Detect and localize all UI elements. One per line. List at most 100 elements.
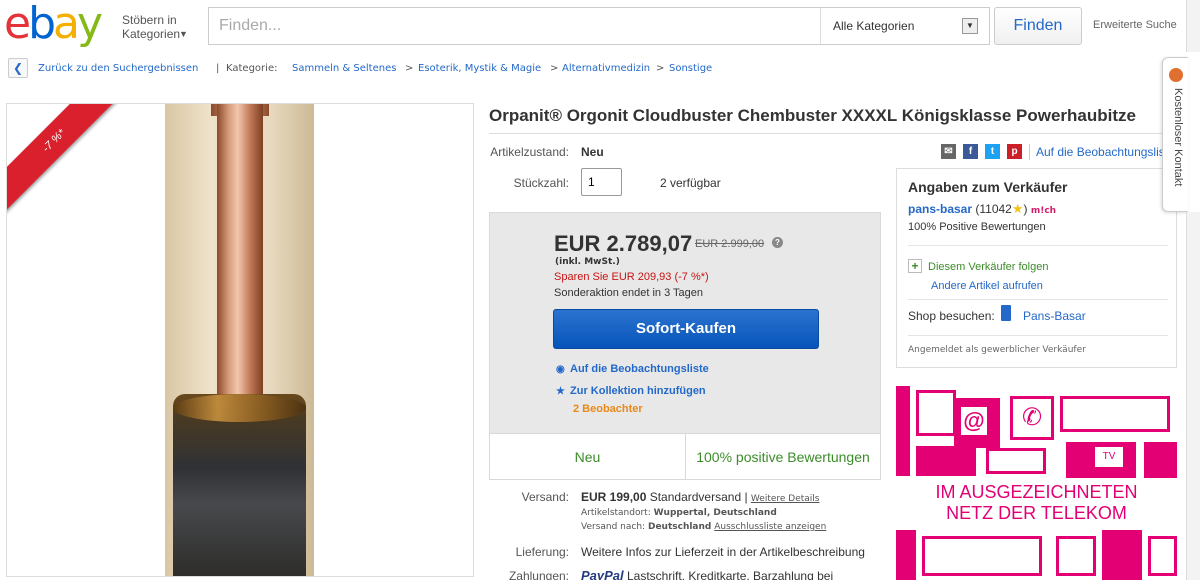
info-icon[interactable]: ? xyxy=(772,237,783,248)
feedback-badge: 100% positive Bewertungen xyxy=(696,449,870,465)
available-quantity: 2 verfügbar xyxy=(660,176,721,190)
watchers-count: 2 Beobachter xyxy=(573,403,643,415)
quantity-input[interactable] xyxy=(581,168,622,196)
ships-to-value: Deutschland xyxy=(647,522,712,532)
buy-now-button[interactable]: Sofort-Kaufen xyxy=(553,309,819,349)
ad-shape xyxy=(1056,536,1096,576)
shop-link[interactable]: Pans-Basar xyxy=(1023,309,1086,323)
scrollbar[interactable] xyxy=(1186,212,1200,580)
twitter-share-icon[interactable]: t xyxy=(985,144,1000,159)
facebook-share-icon[interactable]: f xyxy=(963,144,978,159)
mich-logo: m!ch xyxy=(1030,206,1057,216)
payment-methods: PayPal Lastschrift, Kreditkarte, Barzahl… xyxy=(581,568,833,580)
browse-line-1: Stöbern in xyxy=(122,13,177,27)
seller-info-box: Angaben zum Verkäufer pans-basar (11042★… xyxy=(896,168,1177,368)
breadcrumb-item-sonstige[interactable]: Sonstige xyxy=(669,63,712,74)
divider xyxy=(908,335,1168,336)
breadcrumb-arrow: > xyxy=(405,63,414,74)
contact-icon xyxy=(1169,68,1183,82)
shipping-details-link[interactable]: Weitere Details xyxy=(751,494,820,504)
copper-pipe xyxy=(217,104,263,409)
add-to-watchlist-link[interactable]: Auf die Beobachtungsliste xyxy=(1036,145,1175,159)
browse-line-2: Kategorien xyxy=(122,27,181,41)
payment-methods-text: Lastschrift, Kreditkarte, Barzahlung bei xyxy=(627,569,834,580)
paypal-logo: PayPal xyxy=(581,568,624,580)
commercial-seller-note: Angemeldet als gewerblicher Verkäufer xyxy=(908,345,1086,355)
condition-label: Artikelzustand: xyxy=(490,145,569,159)
ad-line-1: IM AUSGEZEICHNETEN xyxy=(935,482,1138,502)
product-photo[interactable] xyxy=(165,104,314,576)
original-price: EUR 2.999,00 xyxy=(695,238,765,250)
ad-headline: IM AUSGEZEICHNETEN NETZ DER TELEKOM xyxy=(896,482,1177,524)
seller-info-title: Angaben zum Verkäufer xyxy=(908,179,1068,195)
buy-box: EUR 2.789,07 EUR 2.999,00 ? (inkl. MwSt.… xyxy=(489,212,881,480)
back-to-results-link[interactable]: Zurück zu den Suchergebnissen xyxy=(38,63,198,74)
savings-text: Sparen Sie EUR 209,93 (-7 %*) xyxy=(554,271,709,283)
scrollbar[interactable] xyxy=(1186,0,1200,52)
add-to-collection-action[interactable]: ★ Zur Kollektion hinzufügen xyxy=(556,385,706,397)
logo-letter-y: y xyxy=(76,0,103,49)
star-icon: ★ xyxy=(1011,201,1024,216)
watchlist-action-label: Auf die Beobachtungsliste xyxy=(570,363,709,375)
current-price: EUR 2.789,07 xyxy=(554,231,693,256)
search-bar: Alle Kategorien ▼ xyxy=(208,7,990,45)
search-input[interactable] xyxy=(209,8,819,44)
chevron-down-icon: ▼ xyxy=(179,29,188,39)
breadcrumb-item-collectibles[interactable]: Sammeln & Seltenes xyxy=(292,63,396,74)
divider xyxy=(1029,144,1030,160)
other-items-link[interactable]: Andere Artikel aufrufen xyxy=(931,280,1043,292)
ad-shape xyxy=(916,390,956,436)
contact-side-tab[interactable]: Kostenloser Kontakt xyxy=(1162,57,1188,212)
shipping-info: EUR 199,00 Standardversand | Weitere Det… xyxy=(581,490,820,504)
condition-badge: Neu xyxy=(574,449,601,465)
breadcrumb-arrow: > xyxy=(656,63,665,74)
seller-feedback-score[interactable]: (11042 xyxy=(975,202,1011,216)
follow-seller-label: Diesem Verkäufer folgen xyxy=(928,261,1049,273)
breadcrumb-separator: | xyxy=(216,63,220,74)
header: ebay Stöbern in Kategorien ▼ Alle Katego… xyxy=(0,0,1200,52)
ad-shape xyxy=(922,536,1042,576)
seller-feedback-close: ) xyxy=(1023,202,1028,216)
seller-name-link[interactable]: pans-basar xyxy=(908,202,972,216)
back-arrow-icon[interactable]: ❮ xyxy=(8,58,28,78)
shipping-price: EUR 199,00 xyxy=(581,490,647,504)
search-button[interactable]: Finden xyxy=(994,7,1082,45)
breadcrumb-item-alternativmedizin[interactable]: Alternativmedizin xyxy=(562,63,650,74)
follow-seller-button[interactable]: + Diesem Verkäufer folgen xyxy=(908,259,1048,273)
ad-shape xyxy=(1148,536,1177,576)
divider xyxy=(908,299,1168,300)
item-title: Orpanit® Orgonit Cloudbuster Chembuster … xyxy=(489,106,1136,125)
vat-note: (inkl. MwSt.) xyxy=(555,257,620,267)
ad-line-2: NETZ DER TELEKOM xyxy=(946,503,1127,523)
ad-shape xyxy=(896,530,916,580)
item-location: Artikelstandort: Wuppertal, Deutschland xyxy=(581,508,777,518)
product-image-panel[interactable]: -7 %* xyxy=(6,103,474,577)
advanced-search-link[interactable]: Erweiterte Suche xyxy=(1093,19,1177,31)
pinterest-share-icon[interactable]: p xyxy=(1007,144,1022,159)
eye-icon: ◉ xyxy=(556,364,565,375)
email-share-icon[interactable]: ✉ xyxy=(941,144,956,159)
ad-shape xyxy=(1060,396,1170,432)
discount-ribbon: -7 %* xyxy=(7,104,141,238)
payment-label: Zahlungen: xyxy=(508,569,569,580)
quantity-label: Stückzahl: xyxy=(513,176,569,190)
watchlist-action[interactable]: ◉ Auf die Beobachtungsliste xyxy=(556,363,709,375)
category-select-value: Alle Kategorien xyxy=(833,19,915,33)
divider xyxy=(489,133,1179,134)
category-select[interactable]: Alle Kategorien ▼ xyxy=(820,8,990,44)
exclusions-link[interactable]: Ausschlussliste anzeigen xyxy=(714,522,826,532)
telekom-ad[interactable]: @ ✆ TV IM AUSGEZEICHNETEN NETZ DER TELEK… xyxy=(896,386,1177,580)
orgonite-rim xyxy=(173,394,306,422)
logo-letter-e: e xyxy=(4,0,31,49)
browse-categories-button[interactable]: Stöbern in Kategorien ▼ xyxy=(122,13,188,41)
delivery-label: Lieferung: xyxy=(515,545,569,559)
plus-icon: + xyxy=(908,259,922,273)
visit-shop-label: Shop besuchen: xyxy=(908,309,995,323)
item-location-label: Artikelstandort: xyxy=(581,508,651,518)
ebay-logo[interactable]: ebay xyxy=(4,0,103,50)
star-icon: ★ xyxy=(556,386,565,397)
breadcrumb-arrow: > xyxy=(550,63,559,74)
ships-to-label: Versand nach: xyxy=(581,522,646,532)
breadcrumb-item-esoterik[interactable]: Esoterik, Mystik & Magie xyxy=(418,63,541,74)
seller-name-row: pans-basar (11042★) m!ch xyxy=(908,201,1056,217)
